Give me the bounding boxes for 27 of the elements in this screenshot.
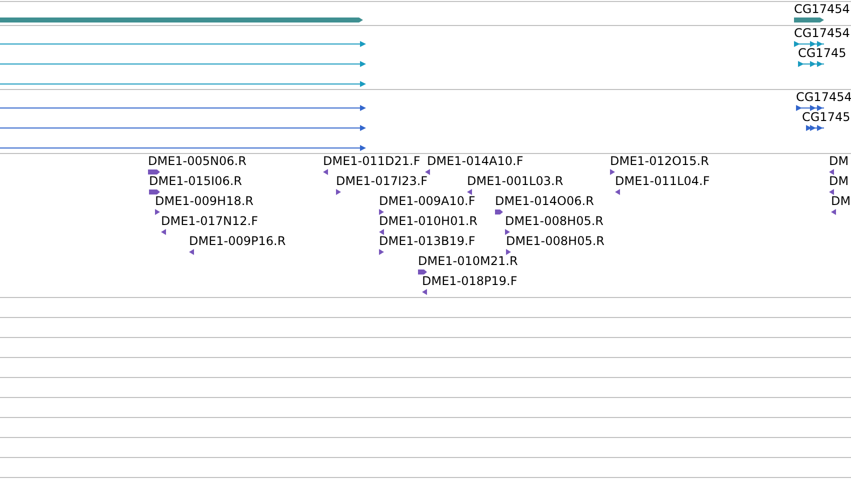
feature-label: DME1-014A10.F [427, 155, 524, 168]
feature-label: DME1-018P19.F [422, 275, 518, 288]
feature-label: DME1-009P16.R [189, 235, 286, 248]
feature-label: DME1-012O15.R [610, 155, 709, 168]
feature-label: CG17454 [794, 3, 850, 16]
feature-label: DM [831, 195, 851, 208]
feature-label: DME1-013B19.F [379, 235, 476, 248]
feature-label: DME1-017I23.F [336, 175, 428, 188]
feature-label: DME1-008H05.R [505, 215, 604, 228]
feature-label: DME1-015I06.R [149, 175, 242, 188]
feature-label: CG17454 [796, 91, 851, 104]
feature-label: DME1-017N12.F [161, 215, 258, 228]
feature-label: DME1-005N06.R [148, 155, 246, 168]
feature-label: CG1745 [802, 111, 850, 124]
feature-label: DME1-009A10.F [379, 195, 476, 208]
feature-label: DM [829, 155, 849, 168]
feature-label: DME1-010H01.R [379, 215, 478, 228]
feature-label: DME1-014O06.R [495, 195, 594, 208]
feature-label: DM [829, 175, 849, 188]
feature-label: CG17454 [794, 27, 850, 40]
feature-label: DME1-008H05.R [506, 235, 604, 248]
feature-label: DME1-010M21.R [418, 255, 518, 268]
feature-label: DME1-011D21.F [323, 155, 420, 168]
feature-label: DME1-009H18.R [155, 195, 254, 208]
feature-label: DME1-001L03.R [467, 175, 564, 188]
feature-label: DME1-011L04.F [615, 175, 710, 188]
feature-label: CG1745 [798, 47, 846, 60]
